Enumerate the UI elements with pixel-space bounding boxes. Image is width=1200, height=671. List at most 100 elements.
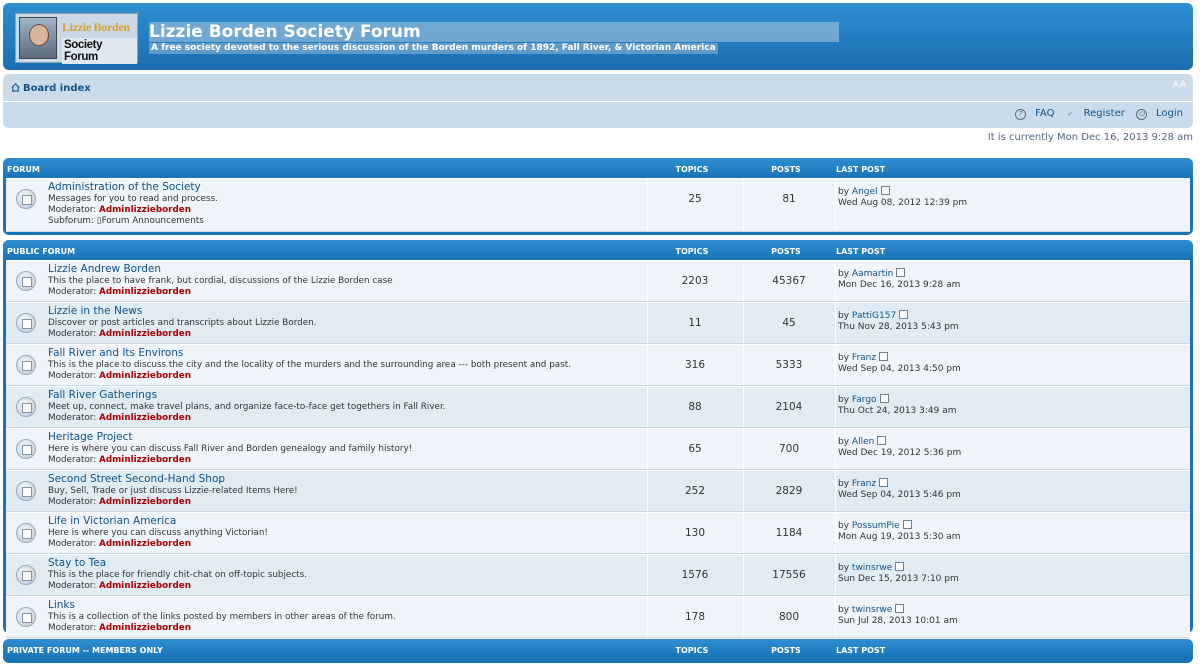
forum-category-block: Public Forum Topics Posts Last post Lizzie A… bbox=[3, 240, 1193, 638]
forum-row: Heritage Project Here is where you can di… bbox=[6, 428, 1190, 470]
register-label: Register bbox=[1083, 108, 1125, 119]
view-latest-post-icon[interactable] bbox=[880, 186, 890, 195]
view-latest-post-icon[interactable] bbox=[877, 436, 887, 445]
moderator-link[interactable]: Adminlizzieborden bbox=[99, 287, 191, 297]
moderator-link[interactable]: Adminlizzieborden bbox=[99, 581, 191, 591]
forum-description: Meet up, connect, make travel plans, and… bbox=[48, 402, 446, 412]
last-post-by: by bbox=[838, 479, 850, 489]
moderator-link[interactable]: Adminlizzieborden bbox=[99, 413, 191, 423]
last-post-date: Sun Dec 15, 2013 7:10 pm bbox=[838, 574, 959, 584]
last-post-by: by bbox=[838, 521, 850, 531]
posts-count: 81 bbox=[782, 193, 796, 205]
forum-description: This the place to have frank, but cordia… bbox=[48, 276, 393, 286]
forum-title-link[interactable]: Second Street Second-Hand Shop bbox=[48, 473, 225, 485]
last-post-user-link[interactable]: twinsrwe bbox=[852, 563, 892, 573]
register-link[interactable]: ✓ Register bbox=[1066, 108, 1125, 119]
last-post-user-link[interactable]: Franz bbox=[852, 479, 876, 489]
forum-title-link[interactable]: Stay to Tea bbox=[48, 557, 106, 569]
last-post-date: Wed Aug 08, 2012 12:39 pm bbox=[838, 198, 968, 208]
logo-line1: Lizzie Borden bbox=[62, 20, 130, 34]
forum-read-icon bbox=[16, 481, 36, 501]
forum-moderator: Moderator: Adminlizzieborden bbox=[48, 497, 191, 507]
last-post-user-link[interactable]: PattiG157 bbox=[852, 311, 896, 321]
last-post-author: by Fargo bbox=[838, 394, 889, 405]
last-post-user-link[interactable]: Franz bbox=[852, 353, 876, 363]
forum-title-link[interactable]: Fall River Gatherings bbox=[48, 389, 157, 401]
forum-moderator: Moderator: Adminlizzieborden bbox=[48, 205, 191, 215]
topics-count: 65 bbox=[688, 443, 702, 455]
moderator-link[interactable]: Adminlizzieborden bbox=[99, 623, 191, 633]
forum-read-icon bbox=[16, 355, 36, 375]
view-latest-post-icon[interactable] bbox=[879, 352, 889, 361]
last-post-date: Sun Jul 28, 2013 10:01 am bbox=[838, 616, 958, 626]
forum-moderator: Moderator: Adminlizzieborden bbox=[48, 371, 191, 381]
last-post-by: by bbox=[838, 187, 850, 197]
last-post-by: by bbox=[838, 563, 850, 573]
column-divider bbox=[835, 513, 836, 553]
board-index-link[interactable]: Board index bbox=[11, 83, 91, 94]
forum-title-link[interactable]: Heritage Project bbox=[48, 431, 133, 443]
last-post-by: by bbox=[838, 311, 850, 321]
view-latest-post-icon[interactable] bbox=[896, 268, 906, 277]
checkmark-icon: ✓ bbox=[1067, 110, 1074, 118]
posts-column-header: Posts bbox=[771, 247, 801, 256]
category-title[interactable]: Public Forum bbox=[7, 247, 75, 256]
forum-title-link[interactable]: Lizzie in the News bbox=[48, 305, 142, 317]
posts-count: 700 bbox=[778, 443, 800, 455]
moderator-link[interactable]: Adminlizzieborden bbox=[99, 329, 191, 339]
last-post-user-link[interactable]: Angel bbox=[852, 187, 878, 197]
last-post-user-link[interactable]: PossumPie bbox=[852, 521, 900, 531]
forum-category-header: Forum Topics Posts Last post bbox=[3, 158, 1193, 178]
topics-count: 88 bbox=[688, 401, 702, 413]
font-resize-control[interactable]: A A bbox=[1173, 80, 1186, 90]
last-post-user-link[interactable]: twinsrwe bbox=[852, 605, 892, 615]
moderator-link[interactable]: Adminlizzieborden bbox=[99, 205, 191, 215]
forum-row: Life in Victorian America Here is where y… bbox=[6, 512, 1190, 554]
last-post-column-header: Last post bbox=[836, 247, 886, 256]
navbar: Board index A A ? FAQ ✓ Register ⏻ Login bbox=[3, 74, 1193, 128]
topics-count: 130 bbox=[684, 527, 706, 539]
view-latest-post-icon[interactable] bbox=[879, 478, 889, 487]
category-title[interactable]: Forum bbox=[7, 165, 40, 174]
view-latest-post-icon[interactable] bbox=[895, 604, 905, 613]
forum-description: This is the place to discuss the city an… bbox=[48, 360, 571, 370]
moderator-link[interactable]: Adminlizzieborden bbox=[99, 455, 191, 465]
view-latest-post-icon[interactable] bbox=[902, 520, 912, 529]
forum-title-link[interactable]: Fall River and Its Environs bbox=[48, 347, 183, 359]
site-logo[interactable]: Lizzie Borden Society Forum bbox=[15, 13, 138, 64]
column-divider bbox=[835, 555, 836, 595]
last-post-author: by Franz bbox=[838, 352, 889, 363]
moderator-link[interactable]: Adminlizzieborden bbox=[99, 539, 191, 549]
view-latest-post-icon[interactable] bbox=[879, 394, 889, 403]
forum-title-link[interactable]: Lizzie Andrew Borden bbox=[48, 263, 161, 275]
category-title[interactable]: Private Forum -- Members Only bbox=[7, 646, 163, 655]
forum-row: Fall River Gatherings Meet up, connect, m… bbox=[6, 386, 1190, 428]
forum-moderator: Moderator: Adminlizzieborden bbox=[48, 539, 191, 549]
view-latest-post-icon[interactable] bbox=[895, 562, 905, 571]
login-label: Login bbox=[1156, 108, 1183, 119]
forum-row: Second Street Second-Hand Shop Buy, Sell,… bbox=[6, 470, 1190, 512]
forum-title-link[interactable]: Links bbox=[48, 599, 75, 611]
forum-title-link[interactable]: Life in Victorian America bbox=[48, 515, 176, 527]
view-latest-post-icon[interactable] bbox=[899, 310, 909, 319]
last-post-date: Thu Nov 28, 2013 5:43 pm bbox=[838, 322, 959, 332]
posts-column-header: Posts bbox=[771, 646, 801, 655]
last-post-by: by bbox=[838, 437, 850, 447]
forum-title-link[interactable]: Administration of the Society bbox=[48, 181, 201, 193]
last-post-date: Mon Aug 19, 2013 5:30 am bbox=[838, 532, 961, 542]
login-link[interactable]: ⏻ Login bbox=[1136, 108, 1183, 120]
moderator-link[interactable]: Adminlizzieborden bbox=[99, 497, 191, 507]
moderator-label: Moderator: bbox=[48, 539, 97, 549]
topics-column-header: Topics bbox=[675, 247, 709, 256]
last-post-user-link[interactable]: Allen bbox=[852, 437, 874, 447]
last-post-user-link[interactable]: Fargo bbox=[852, 395, 877, 405]
last-post-user-link[interactable]: Aamartin bbox=[852, 269, 893, 279]
faq-link[interactable]: ? FAQ bbox=[1015, 108, 1054, 120]
last-post-date: Mon Dec 16, 2013 9:28 am bbox=[838, 280, 961, 290]
subforum-link[interactable]: Forum Announcements bbox=[102, 216, 204, 226]
posts-count: 2104 bbox=[775, 401, 803, 413]
forum-read-icon bbox=[16, 607, 36, 627]
forum-moderator: Moderator: Adminlizzieborden bbox=[48, 329, 191, 339]
moderator-link[interactable]: Adminlizzieborden bbox=[99, 371, 191, 381]
forum-row: Links This is a collection of the links p… bbox=[6, 596, 1190, 638]
